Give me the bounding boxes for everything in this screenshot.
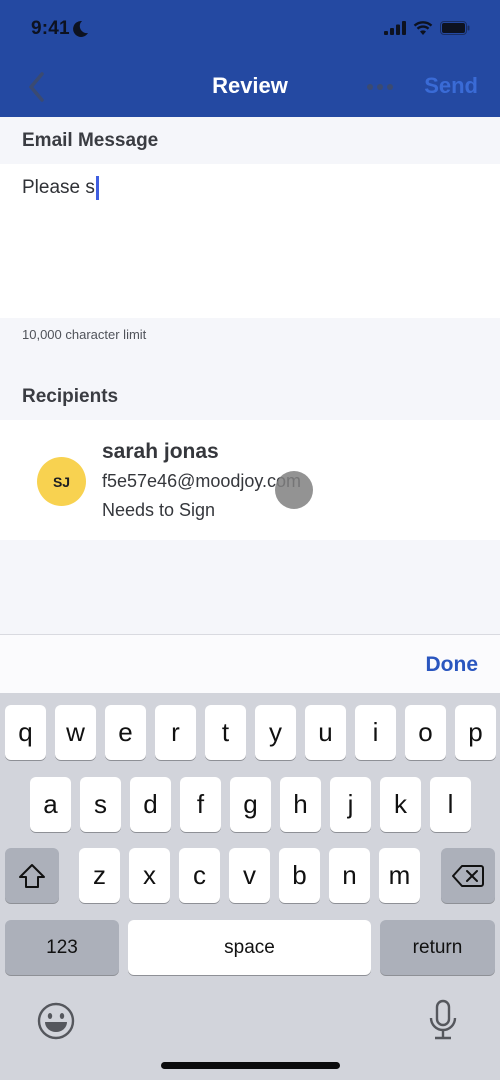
key-r[interactable]: r bbox=[155, 705, 196, 760]
status-icons bbox=[384, 20, 470, 35]
key-p[interactable]: p bbox=[455, 705, 496, 760]
numbers-key[interactable]: 123 bbox=[5, 920, 119, 975]
space-key[interactable]: space bbox=[128, 920, 371, 975]
signal-icon bbox=[384, 20, 406, 35]
emoji-button[interactable] bbox=[36, 1001, 76, 1046]
key-j[interactable]: j bbox=[330, 777, 371, 832]
key-o[interactable]: o bbox=[405, 705, 446, 760]
keyboard-accessory-bar: Done bbox=[0, 634, 500, 693]
key-d[interactable]: d bbox=[130, 777, 171, 832]
emoji-icon bbox=[37, 1002, 75, 1040]
wifi-icon bbox=[413, 21, 433, 35]
key-v[interactable]: v bbox=[229, 848, 270, 903]
back-button[interactable] bbox=[24, 70, 50, 104]
send-button[interactable]: Send bbox=[424, 73, 478, 99]
key-g[interactable]: g bbox=[230, 777, 271, 832]
key-k[interactable]: k bbox=[380, 777, 421, 832]
key-m[interactable]: m bbox=[379, 848, 420, 903]
recipient-item[interactable]: SJ sarah jonas f5e57e46@moodjoy.com Need… bbox=[0, 420, 500, 540]
recipients-label: Recipients bbox=[22, 386, 119, 407]
recipient-email: f5e57e46@moodjoy.com bbox=[102, 471, 302, 491]
key-q[interactable]: q bbox=[5, 705, 46, 760]
avatar: SJ bbox=[37, 457, 86, 506]
email-message-text: Please s bbox=[22, 176, 99, 200]
email-message-value: Please s bbox=[22, 177, 95, 198]
email-message-input[interactable]: Please s bbox=[0, 164, 500, 318]
home-indicator bbox=[161, 1062, 340, 1069]
key-n[interactable]: n bbox=[329, 848, 370, 903]
done-button[interactable]: Done bbox=[426, 653, 479, 677]
touch-indicator bbox=[275, 471, 313, 509]
delete-key[interactable] bbox=[441, 848, 495, 903]
key-c[interactable]: c bbox=[179, 848, 220, 903]
key-b[interactable]: b bbox=[279, 848, 320, 903]
more-options-button[interactable] bbox=[367, 78, 393, 96]
backspace-icon bbox=[452, 864, 484, 887]
key-x[interactable]: x bbox=[129, 848, 170, 903]
key-i[interactable]: i bbox=[355, 705, 396, 760]
shift-key[interactable] bbox=[5, 848, 59, 903]
key-e[interactable]: e bbox=[105, 705, 146, 760]
key-t[interactable]: t bbox=[205, 705, 246, 760]
key-y[interactable]: y bbox=[255, 705, 296, 760]
return-key[interactable]: return bbox=[380, 920, 495, 975]
key-s[interactable]: s bbox=[80, 777, 121, 832]
battery-icon bbox=[440, 20, 470, 35]
nav-header: 9:41 Review Send bbox=[0, 0, 500, 117]
chevron-left-icon bbox=[29, 72, 44, 102]
key-f[interactable]: f bbox=[180, 777, 221, 832]
microphone-icon bbox=[429, 999, 457, 1040]
key-z[interactable]: z bbox=[79, 848, 120, 903]
status-time-text: 9:41 bbox=[31, 18, 70, 39]
key-u[interactable]: u bbox=[305, 705, 346, 760]
key-l[interactable]: l bbox=[430, 777, 471, 832]
text-caret bbox=[95, 176, 99, 200]
moon-icon bbox=[72, 20, 88, 37]
ellipsis-icon bbox=[367, 84, 373, 90]
shift-icon bbox=[19, 863, 45, 888]
status-time: 9:41 bbox=[31, 18, 89, 40]
key-h[interactable]: h bbox=[280, 777, 321, 832]
dictation-button[interactable] bbox=[425, 998, 461, 1047]
ellipsis-icon bbox=[387, 84, 393, 90]
email-message-label: Email Message bbox=[22, 130, 159, 151]
key-a[interactable]: a bbox=[30, 777, 71, 832]
key-w[interactable]: w bbox=[55, 705, 96, 760]
recipient-status: Needs to Sign bbox=[102, 500, 216, 520]
ellipsis-icon bbox=[377, 84, 383, 90]
character-limit-hint: 10,000 character limit bbox=[22, 327, 147, 342]
recipient-name: sarah jonas bbox=[102, 440, 219, 463]
keyboard: 123 space return qwertyuiop asdfghjkl zxcv… bbox=[0, 693, 500, 1080]
